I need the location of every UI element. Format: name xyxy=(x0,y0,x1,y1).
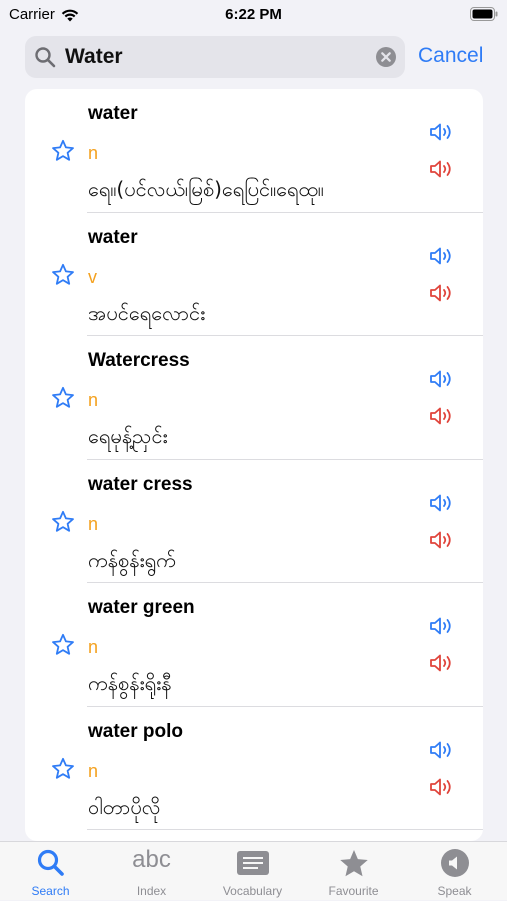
result-item[interactable]: water green n ကန်စွန်းရိုးနီ xyxy=(25,583,483,707)
entry-word: water polo xyxy=(88,720,184,742)
favourite-star-icon[interactable] xyxy=(51,263,75,287)
speak-myanmar-icon[interactable] xyxy=(429,776,457,798)
search-query-text[interactable]: Water xyxy=(65,45,123,69)
star-filled-icon xyxy=(339,850,368,877)
list-icon xyxy=(236,851,269,875)
tab-index[interactable]: abc Index xyxy=(101,842,202,901)
favourite-star-icon[interactable] xyxy=(51,633,75,657)
clear-search-icon[interactable] xyxy=(376,47,396,67)
entry-part-of-speech: n xyxy=(88,637,99,657)
result-item[interactable]: Watercress n ရေမုန့်ညှင်း xyxy=(25,336,483,460)
speak-myanmar-icon[interactable] xyxy=(429,158,457,180)
speak-english-icon[interactable] xyxy=(429,739,457,761)
tab-speak[interactable]: Speak xyxy=(404,842,505,901)
favourite-star-icon[interactable] xyxy=(51,757,75,781)
tab-favourite[interactable]: Favourite xyxy=(303,842,404,901)
entry-meaning: အပင်ရေလောင်း xyxy=(88,300,206,325)
tab-label: Speak xyxy=(437,884,472,898)
search-input[interactable]: Water xyxy=(25,36,405,78)
tab-bar: Search abc Index Vocabulary Favourite Sp… xyxy=(0,841,507,900)
entry-part-of-speech: v xyxy=(88,266,97,287)
speak-english-icon[interactable] xyxy=(429,492,457,514)
speak-myanmar-icon[interactable] xyxy=(429,282,457,304)
speak-english-icon[interactable] xyxy=(429,615,457,637)
status-bar: Carrier 6:22 PM xyxy=(0,0,507,30)
result-item[interactable]: water cress n ကန်စွန်းရွက် xyxy=(25,460,483,583)
favourite-star-icon[interactable] xyxy=(51,510,75,534)
abc-icon: abc xyxy=(132,846,171,873)
entry-word: water xyxy=(88,226,138,248)
entry-meaning: ရေ။(ပင်လယ်၊မြစ်)ရေပြင်။ရေထု။ xyxy=(88,177,324,201)
speaker-circle-icon xyxy=(440,849,469,877)
favourite-star-icon[interactable] xyxy=(51,386,75,410)
search-icon xyxy=(35,47,56,68)
speak-myanmar-icon[interactable] xyxy=(429,652,457,674)
row-divider xyxy=(87,829,483,830)
speak-english-icon[interactable] xyxy=(429,245,457,267)
tab-label: Search xyxy=(31,884,70,898)
search-row: Water Cancel xyxy=(0,36,507,80)
speak-english-icon[interactable] xyxy=(429,368,457,390)
search-icon xyxy=(37,849,64,876)
entry-part-of-speech: n xyxy=(88,390,99,410)
battery-icon xyxy=(470,7,498,25)
clock: 6:22 PM xyxy=(225,6,282,23)
tab-search[interactable]: Search xyxy=(0,842,101,901)
result-item[interactable]: water n ရေ။(ပင်လယ်၊မြစ်)ရေပြင်။ရေထု။ xyxy=(25,89,483,213)
entry-part-of-speech: n xyxy=(88,513,99,534)
tab-label: Index xyxy=(136,884,167,898)
entry-meaning: ဝါတာပိုလို xyxy=(88,794,161,819)
speak-english-icon[interactable] xyxy=(429,121,457,143)
speak-myanmar-icon[interactable] xyxy=(429,405,457,427)
tab-vocabulary[interactable]: Vocabulary xyxy=(202,842,303,901)
cancel-button[interactable]: Cancel xyxy=(418,44,483,68)
entry-meaning: ရေမုန့်ညှင်း xyxy=(88,424,168,448)
result-item[interactable]: water polo n ဝါတာပိုလို xyxy=(25,707,483,830)
entry-meaning: ကန်စွန်းရွက် xyxy=(88,547,176,572)
result-list: water n ရေ။(ပင်လယ်၊မြစ်)ရေပြင်။ရေထု။ wat… xyxy=(25,89,483,841)
entry-word: Watercress xyxy=(88,350,190,371)
entry-word: water cress xyxy=(88,473,193,495)
entry-part-of-speech: n xyxy=(88,143,99,163)
entry-word: water green xyxy=(88,597,195,618)
favourite-star-icon[interactable] xyxy=(51,139,75,163)
entry-part-of-speech: n xyxy=(88,760,99,781)
entry-meaning: ကန်စွန်းရိုးနီ xyxy=(88,671,172,695)
tab-label: Favourite xyxy=(328,884,379,898)
result-item[interactable]: water v အပင်ရေလောင်း xyxy=(25,213,483,336)
tab-label: Vocabulary xyxy=(222,884,283,898)
speak-myanmar-icon[interactable] xyxy=(429,529,457,551)
entry-word: water xyxy=(88,103,138,124)
